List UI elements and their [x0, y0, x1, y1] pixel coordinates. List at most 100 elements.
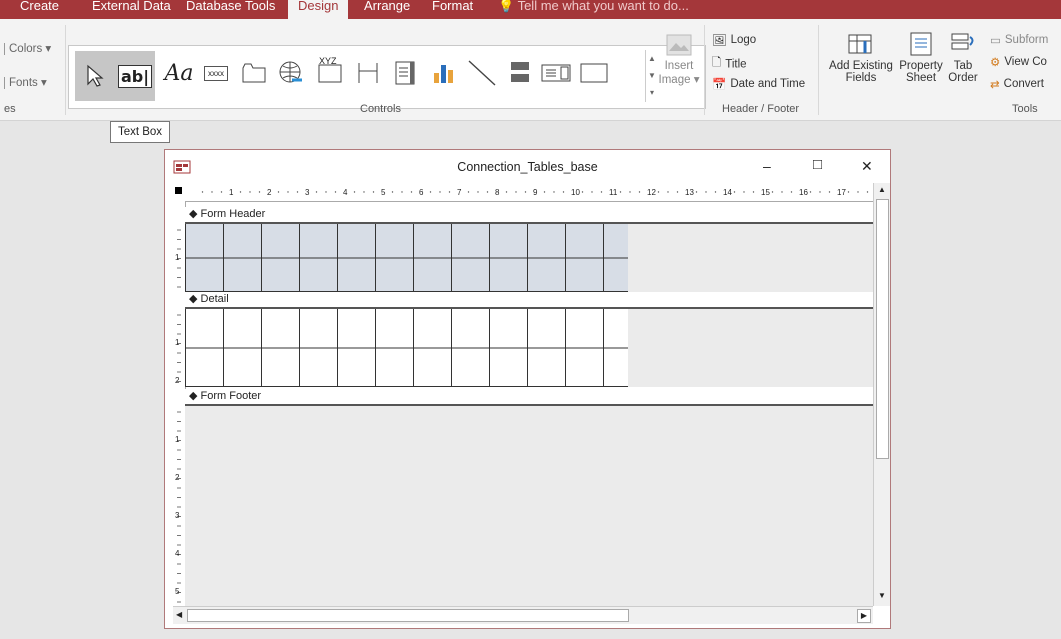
ruler-dot — [562, 191, 565, 193]
tab-arrange[interactable]: Arrange — [364, 0, 410, 19]
label-control-button[interactable]: Aa — [159, 56, 199, 90]
detail-area[interactable] — [185, 309, 873, 387]
fonts-button[interactable]: Fonts ▾ — [4, 75, 47, 89]
section-icon: ◆ — [189, 390, 198, 402]
form-header-bar[interactable]: ◆ Form Header — [185, 207, 873, 224]
ruler-dot — [638, 191, 641, 193]
tab-control-button[interactable] — [237, 56, 271, 90]
scroll-right-arrow[interactable]: ▶ — [857, 609, 871, 623]
textbox-tooltip: Text Box — [110, 121, 170, 143]
ruler-dot — [211, 191, 213, 193]
ruler-number: 9 — [533, 188, 538, 197]
ruler-dot — [201, 191, 204, 193]
hyperlink-control-button[interactable] — [275, 56, 309, 90]
ruler-dot — [847, 191, 850, 193]
tab-control-icon — [242, 63, 266, 83]
tab-external-data[interactable]: External Data — [92, 0, 171, 19]
ruler-dot — [714, 191, 717, 193]
rectangle-control-button[interactable] — [577, 56, 611, 90]
convert-button[interactable]: ⇄ Convert — [990, 77, 1044, 91]
page-break-button[interactable] — [503, 56, 537, 90]
close-button[interactable]: ✕ — [861, 158, 873, 175]
ruler-number: 15 — [761, 188, 770, 197]
subform-button[interactable]: ▭ Subform — [990, 33, 1048, 47]
tab-order-button[interactable]: Tab Order — [946, 31, 980, 84]
controls-group-label: Controls — [360, 103, 401, 115]
scroll-up-arrow[interactable]: ▲ — [878, 185, 886, 194]
vruler-number: 5 — [175, 587, 180, 596]
ruler-dot — [410, 191, 413, 193]
ruler-number: 4 — [343, 188, 348, 197]
ruler-dot — [287, 191, 289, 193]
web-browser-control-button[interactable]: XYZ — [313, 54, 347, 88]
scroll-thumb[interactable] — [876, 199, 889, 459]
ruler-dot — [819, 191, 821, 193]
tab-database-tools[interactable]: Database Tools — [186, 0, 275, 19]
select-pointer-button[interactable] — [75, 51, 115, 101]
button-control-button[interactable]: xxxx — [199, 56, 233, 90]
ruler-number: 16 — [799, 188, 808, 197]
insert-chart-button[interactable] — [427, 56, 461, 90]
textbox-control-button[interactable]: ab| — [115, 51, 155, 101]
insert-image-button[interactable]: Insert Image ▾ — [658, 33, 700, 97]
form-footer-label: Form Footer — [200, 390, 262, 402]
tab-order-label-2: Order — [948, 72, 978, 84]
tab-format[interactable]: Format — [432, 0, 473, 19]
vruler-number: 1 — [175, 435, 180, 444]
ruler-dot — [401, 191, 403, 193]
option-group-button[interactable] — [389, 56, 423, 90]
ruler-number: 17 — [837, 188, 846, 197]
title-button[interactable]: 🗋 Title — [712, 55, 747, 74]
ruler-dot — [249, 191, 251, 193]
property-label-2: Sheet — [905, 72, 937, 84]
ruler-dot — [334, 191, 337, 193]
line-control-button[interactable] — [465, 56, 499, 90]
gallery-scroll[interactable]: ▲ ▼ ▾ — [645, 50, 658, 102]
calendar-icon: 📅 — [712, 79, 727, 91]
button-icon: xxxx — [204, 65, 228, 81]
ruler-dot — [733, 191, 736, 193]
ruler-dot — [619, 191, 622, 193]
maximize-button[interactable]: □ — [813, 156, 822, 173]
logo-icon: 🖼 — [712, 35, 727, 47]
scroll-left-arrow[interactable]: ◀ — [176, 610, 182, 619]
ruler-number: 13 — [685, 188, 694, 197]
group-separator — [818, 25, 819, 115]
property-sheet-button[interactable]: Property Sheet — [896, 31, 946, 84]
tab-design[interactable]: Design — [288, 0, 349, 19]
insert-image-label-2: Image ▾ — [658, 74, 700, 86]
ruler-dot — [790, 191, 793, 193]
minimize-button[interactable]: – — [763, 158, 771, 174]
tab-create[interactable]: Create — [20, 0, 59, 19]
ruler-dot — [771, 191, 774, 193]
add-existing-label-2: Fields — [845, 72, 877, 84]
ruler-dot — [809, 191, 812, 193]
form-footer-area[interactable] — [185, 406, 873, 606]
detail-bar[interactable]: ◆ Detail — [185, 292, 873, 309]
horizontal-scrollbar[interactable]: ◀ ▶ — [173, 606, 873, 624]
combo-box-button[interactable] — [539, 56, 573, 90]
colors-button[interactable]: Colors ▾ — [4, 41, 51, 55]
form-footer-bar[interactable]: ◆ Form Footer — [185, 389, 873, 406]
subform-icon: ▭ — [990, 35, 1001, 47]
vruler-number: 2 — [175, 473, 180, 482]
vruler-ticks: 1 1 2 1 2 3 4 5 — [175, 229, 181, 603]
scroll-down-arrow[interactable]: ▼ — [878, 591, 886, 600]
ruler-dot — [325, 191, 327, 193]
horizontal-ruler[interactable]: 123456789101112131415161718 — [173, 183, 881, 202]
chart-icon — [434, 65, 453, 83]
vertical-scrollbar[interactable]: ▲ ▼ — [873, 183, 890, 606]
navigation-control-button[interactable] — [351, 56, 385, 90]
form-header-area[interactable] — [185, 224, 873, 292]
view-code-button[interactable]: ⚙ View Co — [990, 55, 1047, 69]
add-existing-fields-button[interactable]: Add Existing Fields — [826, 31, 896, 84]
ruler-number: 14 — [723, 188, 732, 197]
window-title-bar[interactable]: Connection_Tables_base – □ ✕ — [165, 150, 890, 183]
ruler-number: 11 — [609, 188, 618, 197]
hscroll-thumb[interactable] — [187, 609, 629, 622]
tell-me-box[interactable]: 💡 Tell me what you want to do... — [498, 0, 689, 19]
property-sheet-icon — [910, 32, 932, 56]
logo-button[interactable]: 🖼 Logo — [712, 33, 756, 47]
combo-box-icon — [541, 64, 571, 82]
date-time-button[interactable]: 📅 Date and Time — [712, 77, 805, 91]
